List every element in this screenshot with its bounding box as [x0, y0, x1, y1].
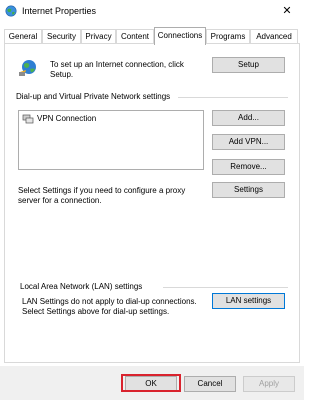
settings-button[interactable]: Settings	[212, 182, 285, 198]
vpn-section-label: Dial-up and Virtual Private Network sett…	[16, 92, 171, 101]
proxy-settings-description: Select Settings if you need to configure…	[18, 186, 186, 205]
tab-connections[interactable]: Connections	[154, 27, 206, 45]
lan-settings-button[interactable]: LAN settings	[212, 293, 285, 309]
tab-privacy[interactable]: Privacy	[81, 29, 116, 44]
globe-network-icon	[19, 60, 36, 76]
remove-button[interactable]: Remove...	[212, 159, 285, 175]
lan-description: LAN Settings do not apply to dial-up con…	[22, 297, 197, 316]
add-vpn-button[interactable]: Add VPN...	[212, 134, 285, 150]
tab-general[interactable]: General	[4, 29, 42, 44]
title-bar: Internet Properties ✕	[0, 0, 304, 22]
window-title: Internet Properties	[22, 6, 97, 16]
vpn-connection-label: VPN Connection	[37, 114, 97, 123]
setup-description: To set up an Internet connection, click …	[50, 60, 184, 79]
tab-programs[interactable]: Programs	[206, 29, 250, 44]
tab-content[interactable]: Content	[116, 29, 154, 44]
separator	[178, 97, 288, 98]
vpn-connection-icon	[22, 114, 34, 124]
tab-strip: General Security Privacy Content Connect…	[4, 27, 300, 45]
ok-highlight-box	[121, 374, 181, 392]
tab-advanced[interactable]: Advanced	[250, 29, 298, 44]
separator	[163, 287, 288, 288]
setup-button[interactable]: Setup	[212, 57, 285, 73]
add-button[interactable]: Add...	[212, 110, 285, 126]
apply-button[interactable]: Apply	[243, 376, 295, 392]
internet-options-icon	[5, 5, 17, 17]
close-icon: ✕	[282, 5, 292, 17]
cancel-button[interactable]: Cancel	[184, 376, 236, 392]
lan-section-label: Local Area Network (LAN) settings	[20, 282, 143, 291]
connections-listbox[interactable]: VPN Connection	[18, 110, 204, 170]
tab-security[interactable]: Security	[42, 29, 81, 44]
close-button[interactable]: ✕	[276, 2, 298, 20]
